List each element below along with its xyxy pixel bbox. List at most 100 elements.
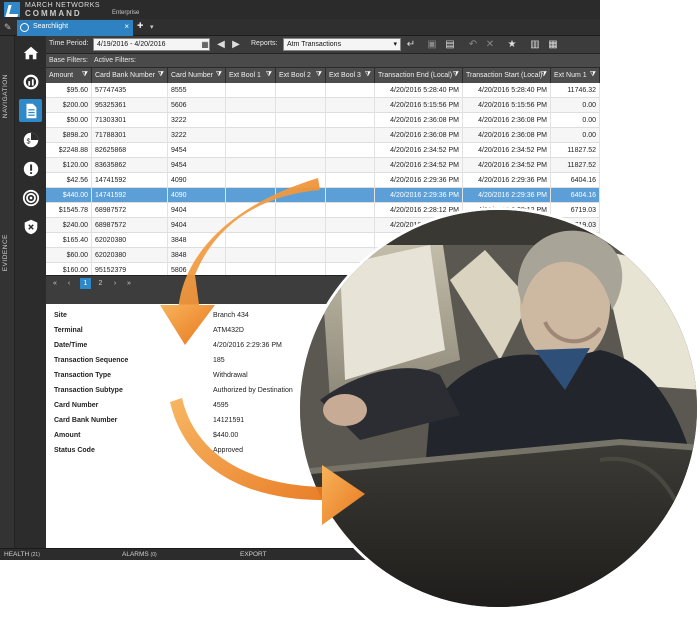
table-cell: 11827.52 xyxy=(551,158,600,173)
table-row[interactable]: $2248.88 82625868 9454 4/20/2016 2:34:52 PM… xyxy=(46,143,600,158)
table-row[interactable]: $120.00 83635862 9454 4/20/2016 2:34:52 PM 4… xyxy=(46,158,600,173)
table-row[interactable]: $95.60 57747435 8555 4/20/2016 5:28:40 PM 4/… xyxy=(46,83,600,98)
dashboard-icon[interactable] xyxy=(19,70,42,93)
detail-label: Terminal xyxy=(54,327,83,334)
brand-product: COMMAND xyxy=(25,9,82,18)
table-cell xyxy=(276,218,326,233)
table-cell: 4/20/2016 2:36:08 PM xyxy=(375,113,463,128)
tab-dropdown-icon[interactable]: ▾ xyxy=(150,23,154,31)
base-filters-label[interactable]: Base Filters: xyxy=(49,57,88,64)
table-cell xyxy=(226,143,276,158)
table-cell xyxy=(326,218,375,233)
detail-label: Card Number xyxy=(54,402,99,409)
close-tab-icon[interactable]: × xyxy=(124,22,129,31)
evidence-panel-label[interactable]: EVIDENCE xyxy=(2,234,9,271)
column-header-ext-bool-3[interactable]: Ext Bool 3 ⧩ xyxy=(326,68,375,83)
table-cell: 71303301 xyxy=(92,113,168,128)
camera-video-frame xyxy=(297,207,700,610)
table-cell: $95.60 xyxy=(46,83,92,98)
table-cell: 57747435 xyxy=(92,83,168,98)
filter-icon: ⧩ xyxy=(315,71,322,78)
table-cell xyxy=(326,233,375,248)
add-column-icon[interactable]: ▥ xyxy=(528,38,542,51)
detail-label: Card Bank Number xyxy=(54,417,118,424)
page-2-button[interactable]: 2 xyxy=(95,278,106,289)
grid-settings-icon[interactable]: ▦ xyxy=(546,38,560,51)
table-cell xyxy=(326,143,375,158)
transaction-icon[interactable]: $ xyxy=(19,128,42,151)
pin-icon[interactable]: ✎ xyxy=(4,22,12,33)
table-row[interactable]: $440.00 14741592 4090 4/20/2016 2:29:36 PM 4… xyxy=(46,188,600,203)
table-row[interactable]: $200.00 95325361 5606 4/20/2016 5:15:56 PM 4… xyxy=(46,98,600,113)
side-panel-strip: NAVIGATION EVIDENCE xyxy=(0,36,15,548)
table-cell xyxy=(276,98,326,113)
table-cell: 9404 xyxy=(168,218,226,233)
last-page-button[interactable]: » xyxy=(124,278,134,289)
table-row[interactable]: $898.20 71788301 3222 4/20/2016 2:36:08 PM 4… xyxy=(46,128,600,143)
table-cell xyxy=(226,263,276,275)
first-page-button[interactable]: « xyxy=(50,278,60,289)
column-header-card-bank-number[interactable]: Card Bank Number ⧩ xyxy=(92,68,168,83)
table-cell: $165.40 xyxy=(46,233,92,248)
table-cell: 11827.52 xyxy=(551,143,600,158)
shield-icon[interactable] xyxy=(19,215,42,238)
table-row[interactable]: $42.56 14741592 4090 4/20/2016 2:29:36 PM 4/… xyxy=(46,173,600,188)
table-cell: 0.00 xyxy=(551,98,600,113)
delete-icon[interactable]: ✕ xyxy=(483,38,497,51)
navigation-panel-label[interactable]: NAVIGATION xyxy=(2,74,9,118)
page-1-button[interactable]: 1 xyxy=(80,278,91,289)
health-tab[interactable]: HEALTH (21) xyxy=(4,551,40,558)
undo-icon[interactable]: ↶ xyxy=(466,38,480,51)
target-icon[interactable] xyxy=(19,186,42,209)
table-cell: $160.00 xyxy=(46,263,92,275)
save-icon[interactable]: ▣ xyxy=(425,38,439,51)
calendar-icon[interactable]: ▦ xyxy=(198,38,212,51)
filter-icon: ⧩ xyxy=(157,71,164,78)
alarms-tab[interactable]: ALARMS (0) xyxy=(122,551,157,558)
export-tab[interactable]: EXPORT xyxy=(240,551,267,558)
table-cell: 4/20/2016 2:29:36 PM xyxy=(375,173,463,188)
column-header-amount[interactable]: Amount ⧩ xyxy=(46,68,92,83)
table-cell xyxy=(276,173,326,188)
column-header-ext-num-1[interactable]: Ext Num 1 ⧩ xyxy=(551,68,600,83)
tab-searchlight[interactable]: Searchlight × xyxy=(17,20,133,36)
detail-label: Date/Time xyxy=(54,342,88,349)
alert-icon[interactable] xyxy=(19,157,42,180)
table-cell xyxy=(326,83,375,98)
next-page-button[interactable]: › xyxy=(110,278,120,289)
table-cell: 95152379 xyxy=(92,263,168,275)
save-as-icon[interactable]: ▤ xyxy=(443,38,457,51)
previous-page-button[interactable]: ‹ xyxy=(64,278,74,289)
column-header-ext-bool-1[interactable]: Ext Bool 1 ⧩ xyxy=(226,68,276,83)
march-networks-logo-icon xyxy=(4,2,20,17)
add-tab-button[interactable]: + xyxy=(137,20,143,32)
column-header-ext-bool-2[interactable]: Ext Bool 2 ⧩ xyxy=(276,68,326,83)
column-header-transaction-end[interactable]: Transaction End (Local) ⧩ xyxy=(375,68,463,83)
tab-label: Searchlight xyxy=(33,23,69,30)
table-cell: 9404 xyxy=(168,203,226,218)
filter-icon: ⧩ xyxy=(215,71,222,78)
detail-label: Amount xyxy=(54,432,81,439)
table-cell xyxy=(326,113,375,128)
filter-icon: ⧩ xyxy=(540,71,547,78)
table-cell: 4/20/2016 2:34:52 PM xyxy=(463,143,551,158)
column-header-card-number[interactable]: Card Number ⧩ xyxy=(168,68,226,83)
table-cell: 68987572 xyxy=(92,218,168,233)
home-icon[interactable] xyxy=(19,41,42,64)
active-filters-label[interactable]: Active Filters: xyxy=(94,57,136,64)
favorite-star-icon[interactable]: ★ xyxy=(505,38,519,51)
time-period-input[interactable]: 4/19/2016 - 4/20/2016 xyxy=(93,38,210,51)
table-cell xyxy=(276,113,326,128)
svg-text:$: $ xyxy=(26,136,30,145)
run-report-icon[interactable]: ↵ xyxy=(404,38,418,51)
detail-label: Transaction Sequence xyxy=(54,357,129,364)
table-cell: 9454 xyxy=(168,143,226,158)
table-row[interactable]: $50.00 71303301 3222 4/20/2016 2:36:08 PM 4/… xyxy=(46,113,600,128)
table-cell: 14741592 xyxy=(92,188,168,203)
reports-select[interactable]: Atm Transactions ▾ xyxy=(283,38,401,51)
report-icon[interactable] xyxy=(19,99,42,122)
previous-period-icon[interactable]: ◀ xyxy=(214,38,228,51)
table-cell: 4/20/2016 2:36:08 PM xyxy=(375,128,463,143)
column-header-transaction-start[interactable]: Transaction Start (Local) ⧩ xyxy=(463,68,551,83)
next-period-icon[interactable]: ▶ xyxy=(229,38,243,51)
